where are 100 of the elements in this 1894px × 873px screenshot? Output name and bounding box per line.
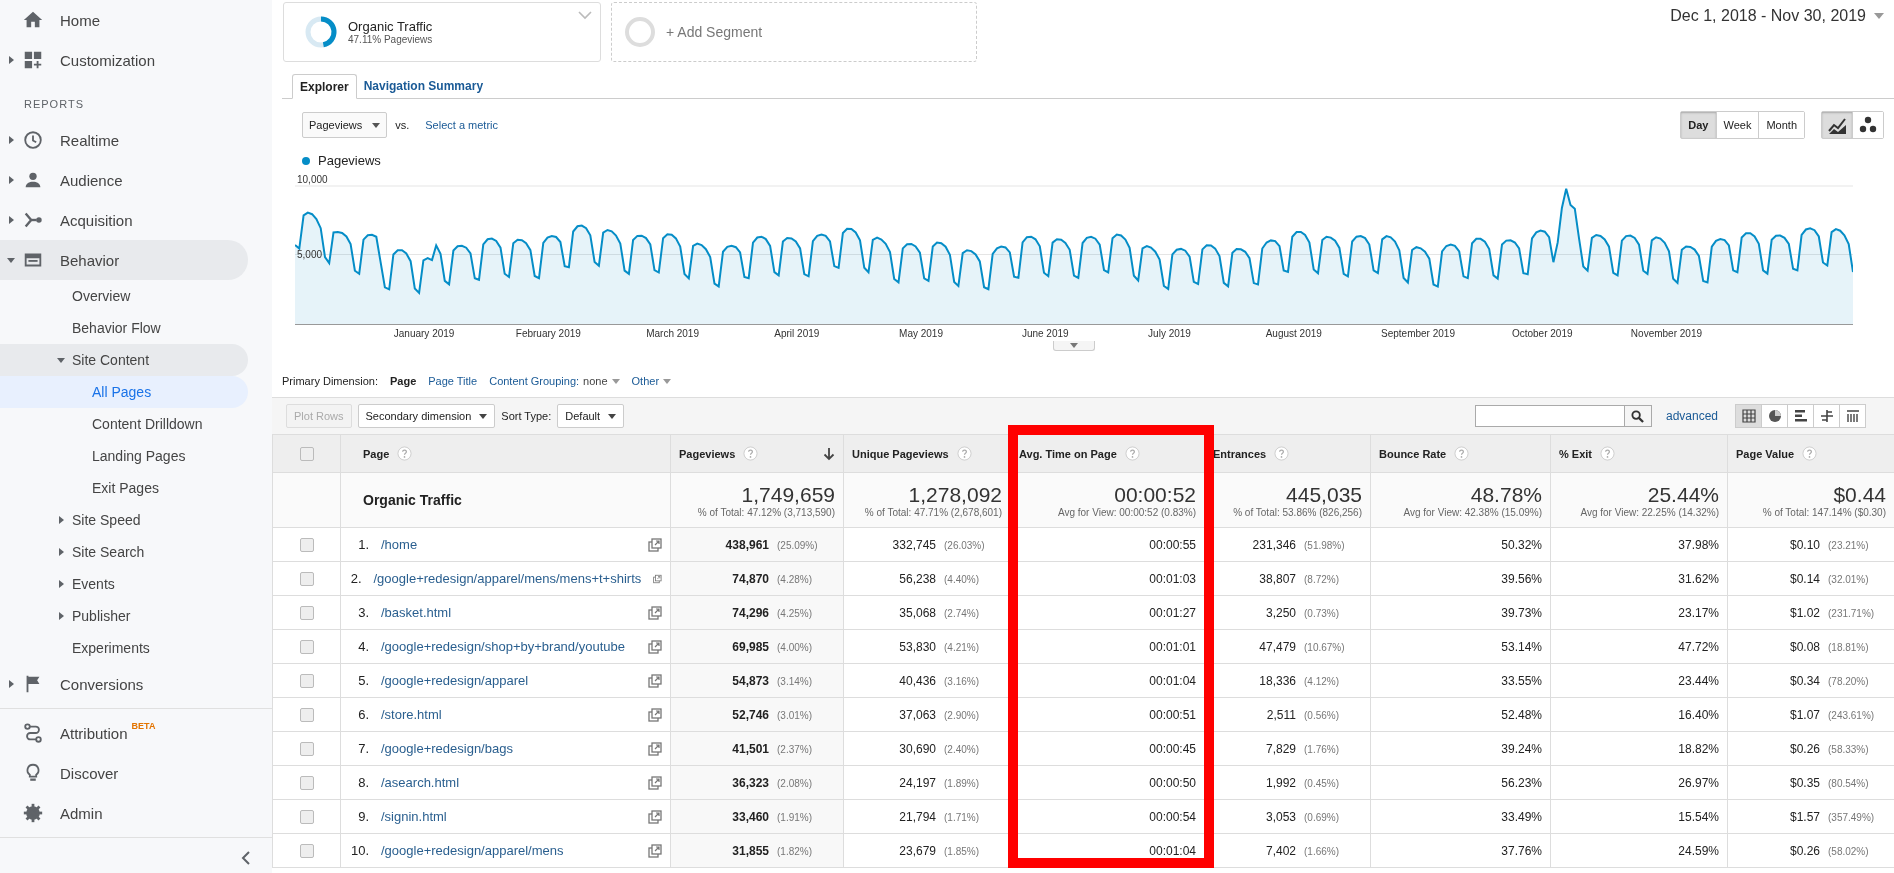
dimension-dropdown[interactable]: Content Grouping: none	[489, 375, 620, 387]
row-checkbox[interactable]	[299, 537, 314, 552]
page-link[interactable]: /google+redesign/shop+by+brand/youtube	[381, 639, 636, 654]
column-header[interactable]: Entrances	[1213, 447, 1267, 460]
column-header[interactable]: Bounce Rate	[1379, 447, 1447, 460]
caret-icon[interactable]	[56, 547, 66, 557]
nav-item[interactable]: Attribution BETA	[0, 713, 248, 753]
sort-arrow-icon[interactable]	[823, 446, 835, 461]
popout-icon[interactable]	[648, 673, 662, 688]
nav-item[interactable]: Realtime	[0, 120, 248, 160]
select-all-checkbox[interactable]	[299, 446, 314, 461]
nav-item[interactable]: Behavior	[0, 240, 248, 280]
nav-item[interactable]: Acquisition	[0, 200, 248, 240]
row-checkbox[interactable]	[299, 571, 314, 586]
column-header[interactable]: Avg. Time on Page	[1019, 447, 1117, 460]
period-button[interactable]: Month	[1758, 112, 1804, 138]
column-header[interactable]: Page Value	[1736, 447, 1795, 460]
add-segment-button[interactable]: + Add Segment	[611, 2, 977, 62]
row-checkbox[interactable]	[299, 809, 314, 824]
dimension-link[interactable]: Page Title	[428, 375, 478, 387]
nav-item[interactable]: Customization	[0, 40, 248, 80]
page-link[interactable]: /google+redesign/apparel	[381, 673, 636, 688]
nav-item[interactable]: Exit Pages	[0, 472, 248, 504]
nav-item[interactable]: Behavior Flow	[0, 312, 248, 344]
row-checkbox[interactable]	[299, 605, 314, 620]
nav-item[interactable]: Publisher	[0, 600, 248, 632]
caret-icon[interactable]	[56, 355, 66, 365]
row-checkbox[interactable]	[299, 707, 314, 722]
search-field[interactable]	[1474, 405, 1625, 427]
page-link[interactable]: /signin.html	[381, 809, 636, 824]
nav-item[interactable]: Overview	[0, 280, 248, 312]
row-checkbox[interactable]	[299, 673, 314, 688]
period-button[interactable]: Day	[1681, 112, 1716, 138]
popout-icon[interactable]	[648, 707, 662, 722]
sort-type-dropdown[interactable]: Default	[557, 404, 625, 428]
caret-icon[interactable]	[6, 55, 16, 65]
popout-icon[interactable]	[648, 741, 662, 756]
nav-item[interactable]: Site Search	[0, 536, 248, 568]
dimension-dropdown[interactable]: Other	[631, 375, 672, 387]
page-link[interactable]: /google+redesign/apparel/mens	[381, 843, 636, 858]
row-checkbox[interactable]	[299, 843, 314, 858]
nav-item[interactable]: Landing Pages	[0, 440, 248, 472]
caret-icon[interactable]	[6, 215, 16, 225]
row-checkbox[interactable]	[299, 639, 314, 654]
caret-icon[interactable]	[56, 515, 66, 525]
advanced-link[interactable]: advanced	[1665, 409, 1718, 423]
page-link[interactable]: /google+redesign/apparel/mens/mens+t+shirts	[373, 571, 642, 586]
select-metric-link[interactable]: Select a metric	[425, 119, 498, 131]
popout-icon[interactable]	[648, 605, 662, 620]
view-toggle[interactable]	[1761, 404, 1788, 428]
caret-icon[interactable]	[6, 175, 16, 185]
column-header[interactable]: Pageviews	[679, 447, 736, 460]
chart-type-button[interactable]	[1822, 112, 1852, 138]
row-checkbox[interactable]	[299, 775, 314, 790]
collapse-icon[interactable]	[240, 850, 252, 865]
nav-item[interactable]: Content Drilldown	[0, 408, 248, 440]
caret-icon[interactable]	[56, 611, 66, 621]
secondary-dimension-dropdown[interactable]: Secondary dimension	[357, 404, 496, 428]
caret-icon[interactable]	[6, 135, 16, 145]
search-button[interactable]	[1624, 405, 1652, 427]
popout-icon[interactable]	[648, 639, 662, 654]
column-header[interactable]: Unique Pageviews	[852, 447, 949, 460]
page-link[interactable]: /google+redesign/bags	[381, 741, 636, 756]
nav-item[interactable]: Site Content	[0, 344, 248, 376]
caret-icon[interactable]	[56, 579, 66, 589]
nav-item[interactable]: Events	[0, 568, 248, 600]
nav-item[interactable]: Admin	[0, 793, 248, 833]
popout-icon[interactable]	[648, 537, 662, 552]
date-range-picker[interactable]: Dec 1, 2018 - Nov 30, 2019	[1670, 7, 1884, 25]
nav-item[interactable]: Site Speed	[0, 504, 248, 536]
nav-item[interactable]: All Pages	[0, 376, 248, 408]
page-link[interactable]: /store.html	[381, 707, 636, 722]
metric-dropdown[interactable]: Pageviews	[302, 112, 388, 138]
page-link[interactable]: /basket.html	[381, 605, 636, 620]
column-header[interactable]: Page	[363, 447, 390, 460]
tab[interactable]: Explorer	[292, 74, 357, 99]
view-toggle[interactable]	[1735, 404, 1762, 428]
popout-icon[interactable]	[648, 775, 662, 790]
column-header[interactable]: % Exit	[1559, 447, 1592, 460]
view-toggle[interactable]	[1787, 404, 1814, 428]
popout-icon[interactable]	[648, 843, 662, 858]
nav-item[interactable]: Experiments	[0, 632, 248, 664]
collapse-handle[interactable]	[1053, 341, 1095, 351]
view-toggle[interactable]	[1813, 404, 1840, 428]
segment-card[interactable]: Organic Traffic 47.11% Pageviews	[283, 2, 601, 62]
page-link[interactable]: /asearch.html	[381, 775, 636, 790]
dimension-link[interactable]: Page	[389, 375, 417, 387]
view-toggle[interactable]	[1839, 404, 1866, 428]
tab[interactable]: Navigation Summary	[356, 74, 491, 98]
caret-icon[interactable]	[6, 255, 16, 265]
total-value: 00:00:52	[1113, 482, 1196, 507]
chart-type-button[interactable]	[1852, 112, 1883, 138]
row-checkbox[interactable]	[299, 741, 314, 756]
popout-icon[interactable]	[648, 809, 662, 824]
caret-icon[interactable]	[6, 679, 16, 689]
page-link[interactable]: /home	[381, 537, 636, 552]
nav-item[interactable]: Discover	[0, 753, 248, 793]
nav-item[interactable]: Conversions	[0, 664, 248, 704]
nav-item[interactable]: Home	[0, 0, 248, 40]
nav-item[interactable]: Audience	[0, 160, 248, 200]
